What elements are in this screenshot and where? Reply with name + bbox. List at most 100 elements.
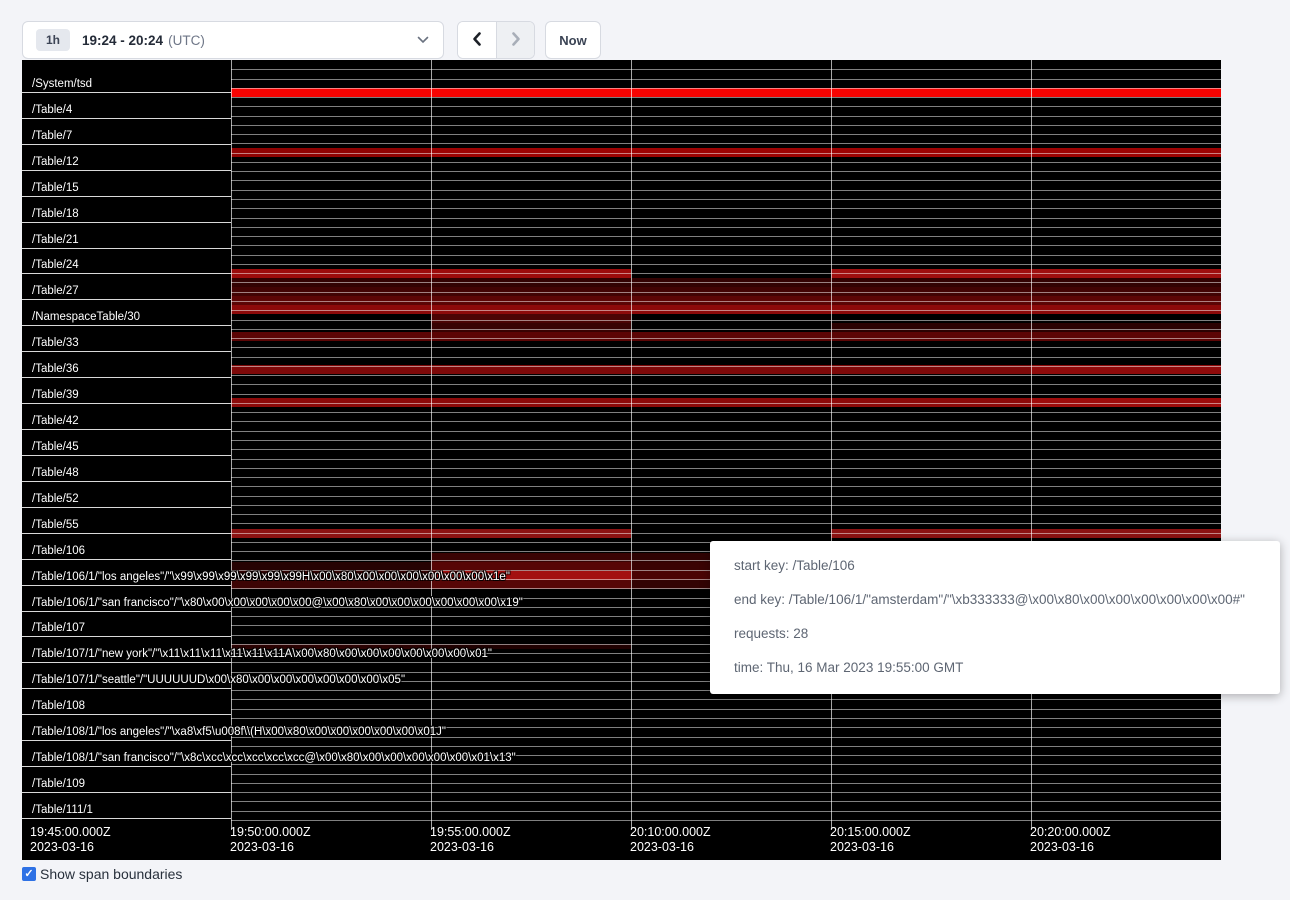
span-boundary-line	[231, 375, 1221, 376]
time-tick-time: 20:15:00.000Z	[830, 825, 911, 840]
key-row-label-text: /Table/108	[32, 700, 85, 712]
heat-band-segment[interactable]	[231, 332, 1221, 341]
span-boundary-line	[231, 171, 1221, 172]
span-boundary-line	[231, 162, 1221, 163]
span-boundary-line	[231, 811, 1221, 812]
key-row-label-text: /NamespaceTable/30	[32, 311, 140, 323]
time-range-badge: 1h	[36, 29, 70, 51]
span-boundary-line	[231, 292, 1221, 293]
time-range-timezone: (UTC)	[168, 33, 205, 48]
time-tick-time: 20:10:00.000Z	[630, 825, 711, 840]
span-boundary-line	[231, 468, 1221, 469]
key-row-label-text: /Table/106	[32, 545, 85, 557]
key-row-label: /Table/12	[22, 144, 231, 171]
span-boundary-line	[231, 431, 1221, 432]
time-tick-date: 2023-03-16	[30, 840, 111, 855]
span-boundary-line	[231, 282, 1221, 283]
time-column-boundary	[231, 60, 232, 830]
time-tick-label: 20:10:00.000Z2023-03-16	[630, 825, 711, 855]
key-row-label: /Table/108/1/"san francisco"/"\x8c\xcc\x…	[22, 740, 231, 767]
key-row-label: /Table/39	[22, 377, 231, 404]
next-interval-button[interactable]	[496, 22, 534, 58]
key-row-label: /Table/15	[22, 170, 231, 197]
key-row-label: /Table/55	[22, 507, 231, 534]
time-tick-date: 2023-03-16	[430, 840, 511, 855]
key-row-label: /Table/4	[22, 92, 231, 119]
key-row-label: /Table/33	[22, 325, 231, 352]
span-boundary-line	[231, 366, 1221, 367]
key-row-label-text: /Table/55	[32, 519, 79, 531]
span-boundary-line	[231, 459, 1221, 460]
key-row-label: /Table/52	[22, 481, 231, 508]
now-button[interactable]: Now	[545, 21, 601, 59]
span-boundary-line	[231, 440, 1221, 441]
previous-interval-button[interactable]	[458, 22, 496, 58]
heatmap-canvas[interactable]: /System/tsd/Table/4/Table/7/Table/12/Tab…	[22, 60, 1221, 860]
key-row-label-text: /Table/48	[32, 467, 79, 479]
time-tick-label: 19:50:00.000Z2023-03-16	[230, 825, 311, 855]
tooltip-requests: requests: 28	[734, 617, 1280, 651]
heat-band-segment[interactable]	[831, 323, 1221, 332]
span-boundary-line	[231, 273, 1221, 274]
span-boundary-line	[231, 774, 1221, 775]
time-range-label: 19:24 - 20:24	[82, 33, 163, 48]
key-row-label-text: /Table/24	[32, 259, 79, 271]
span-boundary-line	[231, 477, 1221, 478]
chevron-right-icon	[509, 31, 523, 50]
key-row-label-text: /Table/106/1/"los angeles"/"\x99\x99\x99…	[32, 571, 510, 583]
key-row-label: /Table/111/1	[22, 792, 231, 819]
show-span-boundaries-checkbox[interactable]: ✓	[22, 867, 36, 881]
key-row-label-text: /Table/18	[32, 208, 79, 220]
key-visualizer-page: 1h 19:24 - 20:24 (UTC) Now /System/tsd/T…	[0, 0, 1290, 900]
heat-band-segment[interactable]	[231, 88, 1221, 97]
span-boundary-line	[231, 79, 1221, 80]
time-nav-group	[457, 21, 535, 59]
span-boundary-line	[231, 709, 1221, 710]
span-tooltip: start key: /Table/106 end key: /Table/10…	[710, 541, 1280, 694]
key-row-label-text: /Table/7	[32, 130, 72, 142]
span-boundary-line	[231, 357, 1221, 358]
time-range-select[interactable]: 1h 19:24 - 20:24 (UTC)	[22, 21, 444, 59]
span-boundary-line	[231, 449, 1221, 450]
chevron-left-icon	[470, 31, 484, 50]
span-boundary-line	[231, 486, 1221, 487]
key-row-label-text: /Table/42	[32, 415, 79, 427]
span-boundary-line	[231, 125, 1221, 126]
heat-band-segment[interactable]	[431, 314, 631, 323]
key-row-label: /Table/36	[22, 351, 231, 378]
span-boundary-line	[231, 97, 1221, 98]
key-row-label: /Table/107/1/"new york"/"\x11\x11\x11\x1…	[22, 636, 231, 663]
key-row-label: /Table/7	[22, 118, 231, 145]
key-row-label-text: /Table/39	[32, 389, 79, 401]
key-row-label: /Table/106	[22, 533, 231, 560]
span-boundary-line	[231, 514, 1221, 515]
key-row-label-text: /Table/108/1/"los angeles"/"\xa8\xf5\u00…	[32, 726, 446, 738]
key-row-label: /Table/45	[22, 429, 231, 456]
key-row-label-text: /Table/106/1/"san francisco"/"\x80\x00\x…	[32, 597, 523, 609]
heat-band-segment[interactable]	[431, 323, 631, 332]
key-row-label-text: /Table/12	[32, 156, 79, 168]
check-icon: ✓	[24, 869, 33, 880]
key-row-label: /Table/107	[22, 611, 231, 638]
span-boundary-line	[231, 533, 1221, 534]
key-row-label: /Table/108/1/"los angeles"/"\xa8\xf5\u00…	[22, 714, 231, 741]
span-boundary-line	[231, 421, 1221, 422]
key-row-label-text: /Table/45	[32, 441, 79, 453]
span-boundary-line	[231, 718, 1221, 719]
span-boundaries-row: ✓ Show span boundaries	[22, 866, 182, 882]
time-tick-date: 2023-03-16	[1030, 840, 1111, 855]
span-boundary-line	[231, 88, 1221, 89]
key-row-label: /Table/18	[22, 196, 231, 223]
span-boundary-line	[231, 143, 1221, 144]
key-row-label-text: /Table/36	[32, 363, 79, 375]
time-column-boundary	[831, 60, 832, 830]
span-boundary-line	[231, 199, 1221, 200]
key-row-label-text: /Table/15	[32, 182, 79, 194]
span-boundary-line	[231, 347, 1221, 348]
key-row-label: /Table/48	[22, 455, 231, 482]
time-column-boundary	[431, 60, 432, 830]
key-row-label: /Table/107/1/"seattle"/"UUUUUUD\x00\x80\…	[22, 662, 231, 689]
key-row-label: /Table/27	[22, 273, 231, 300]
span-boundary-line	[231, 764, 1221, 765]
time-column-boundary	[1031, 60, 1032, 830]
